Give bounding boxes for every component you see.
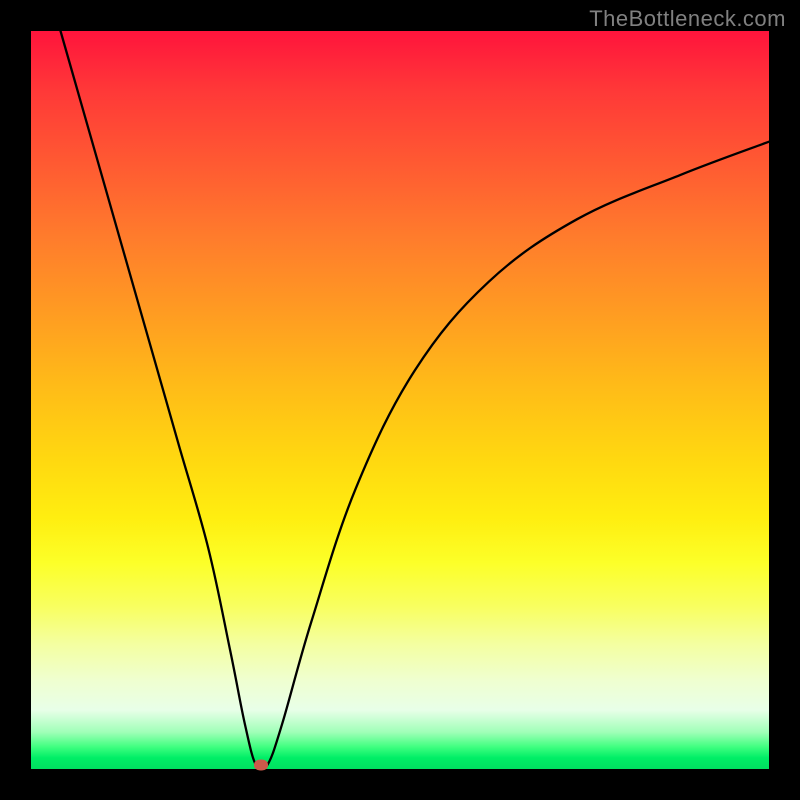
- chart-container: TheBottleneck.com: [0, 0, 800, 800]
- bottleneck-curve: [31, 31, 769, 769]
- minimum-marker: [254, 759, 268, 770]
- plot-area: [31, 31, 769, 769]
- watermark-text: TheBottleneck.com: [589, 6, 786, 32]
- curve-path: [61, 31, 769, 771]
